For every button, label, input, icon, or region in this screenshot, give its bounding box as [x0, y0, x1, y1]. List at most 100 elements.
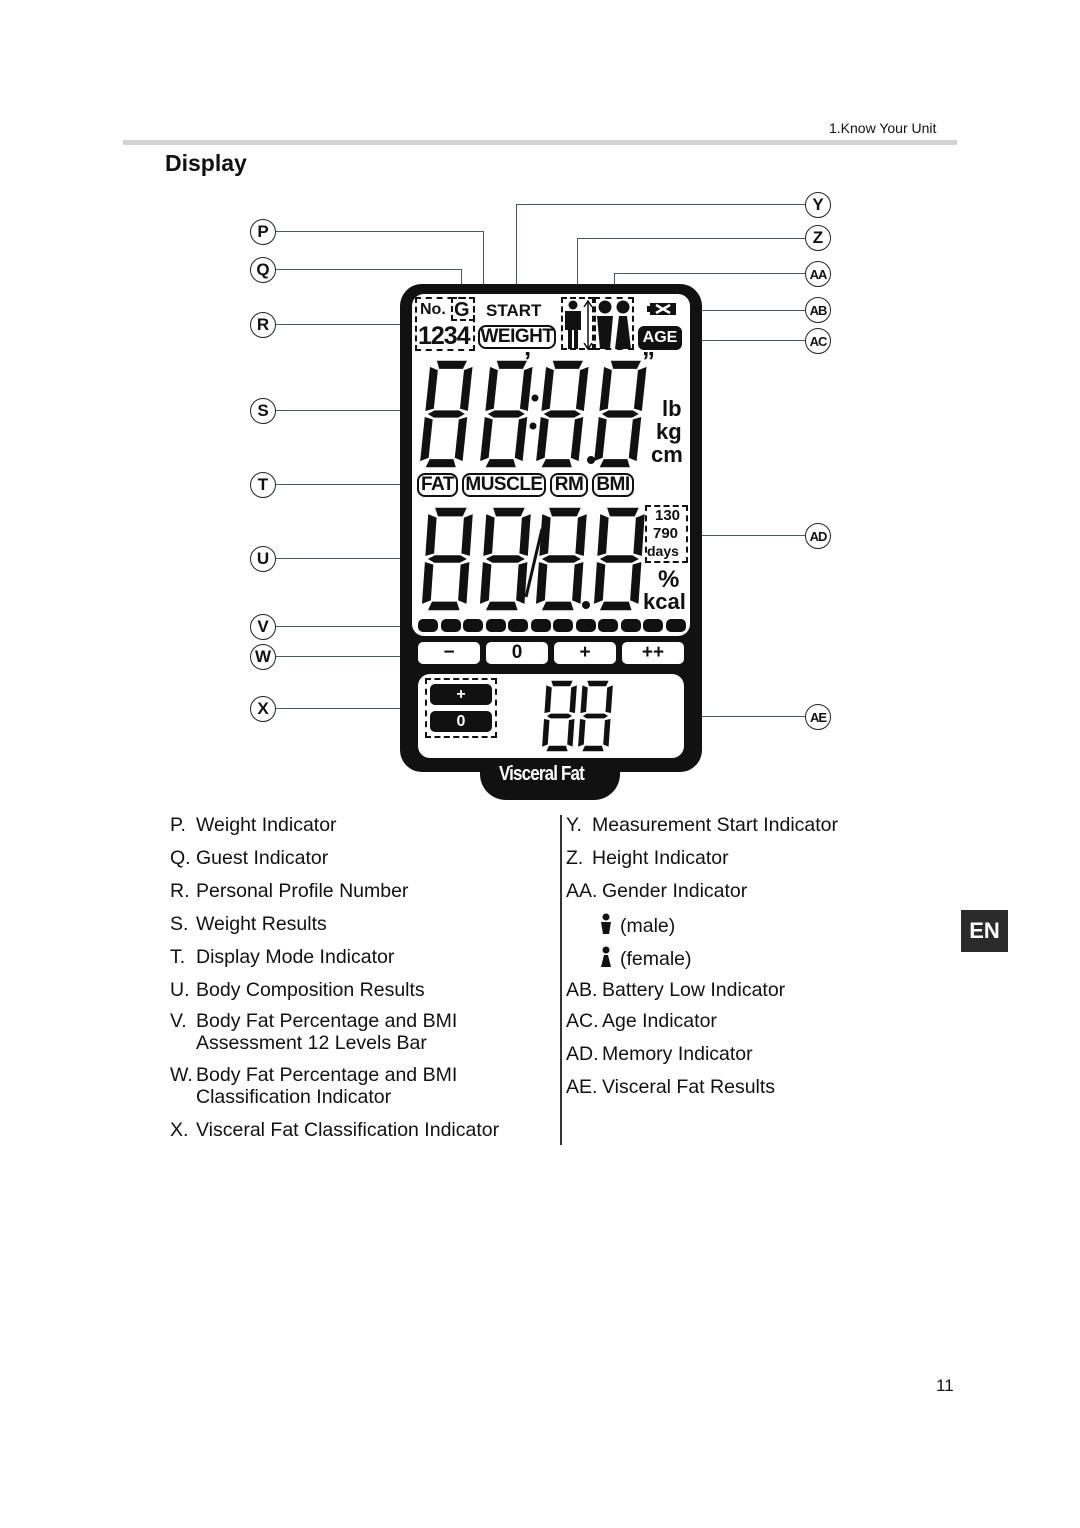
- legend-text: Visceral Fat Results: [602, 1076, 776, 1098]
- body-composition-digits-display: [420, 506, 647, 612]
- legend-text: Memory Indicator: [602, 1043, 753, 1065]
- seven-segment-digit: [592, 359, 649, 469]
- legend-key: P.: [170, 814, 186, 836]
- male-figure-icon: [565, 300, 581, 349]
- classification-minus: −: [418, 642, 480, 664]
- leader-p: [276, 231, 484, 232]
- visceral-plus: +: [430, 684, 492, 705]
- leader-v: [276, 626, 420, 627]
- legend-item: S. Weight Results: [170, 913, 327, 935]
- seven-segment-digit: [576, 679, 615, 753]
- no-label: No.: [420, 301, 446, 318]
- memory-value-790: 790: [653, 525, 679, 542]
- legend-item: W. Body Fat Percentage and BMI Classificat…: [170, 1064, 457, 1108]
- mode-bmi: BMI: [592, 473, 634, 497]
- legend-text-line2: Classification Indicator: [196, 1086, 392, 1108]
- legend-item: R. Personal Profile Number: [170, 880, 408, 902]
- legend-item: Y. Measurement Start Indicator: [566, 814, 838, 836]
- legend-text: Guest Indicator: [196, 847, 329, 869]
- weight-digits-display: [418, 359, 649, 469]
- callout-x: X: [250, 696, 276, 722]
- legend-item: Z. Height Indicator: [566, 847, 729, 869]
- leader-t: [276, 484, 418, 485]
- gender-male-icon: [597, 300, 613, 349]
- decimal-point: [582, 601, 590, 609]
- level-bar-segment: [418, 619, 438, 632]
- language-tab: EN: [961, 910, 1008, 952]
- legend-key: Z.: [566, 847, 584, 869]
- leader-ad: [688, 535, 805, 536]
- legend-key: X.: [170, 1119, 189, 1141]
- decimal-point: [587, 456, 595, 464]
- weight-indicator: WEIGHT: [478, 325, 556, 349]
- legend-text: Weight Results: [196, 913, 327, 935]
- female-figure-icon: [601, 946, 611, 967]
- legend-key: Q.: [170, 847, 191, 869]
- legend-item: AD. Memory Indicator: [566, 1043, 753, 1065]
- leader-z: [577, 238, 805, 239]
- legend-text: Gender Indicator: [602, 880, 748, 902]
- male-figure-icon: [601, 913, 611, 934]
- level-bar-segment: [553, 619, 573, 632]
- legend-item: (female): [600, 946, 692, 970]
- legend-key: AD.: [566, 1043, 599, 1065]
- leader-aa: [614, 273, 805, 274]
- mode-fat: FAT: [417, 473, 458, 497]
- legend-text: Age Indicator: [602, 1010, 717, 1032]
- height-arrow-icon: [583, 300, 593, 350]
- colon-dot: [531, 394, 539, 402]
- page-number: 11: [936, 1376, 954, 1395]
- leader-r: [276, 324, 416, 325]
- legend-key: S.: [170, 913, 189, 935]
- seven-segment-digit: [420, 506, 475, 612]
- seven-segment-digit: [534, 359, 591, 469]
- legend-text: (male): [620, 915, 676, 937]
- seven-segment-digit: [418, 359, 475, 469]
- legend-key: AC.: [566, 1010, 599, 1032]
- callout-ae: AE: [805, 704, 831, 730]
- mode-rm: RM: [550, 473, 588, 497]
- feet-mark: ’: [524, 346, 532, 376]
- callout-r: R: [250, 312, 276, 338]
- seven-segment-digit: [592, 506, 647, 612]
- legend-item: Q. Guest Indicator: [170, 847, 328, 869]
- mode-muscle: MUSCLE: [462, 473, 546, 497]
- level-bar-segment: [665, 619, 686, 632]
- legend-key: Y.: [566, 814, 582, 836]
- memory-value-130: 130: [655, 507, 681, 524]
- legend-item: T. Display Mode Indicator: [170, 946, 394, 968]
- legend-item: V. Body Fat Percentage and BMI Assessment …: [170, 1010, 457, 1054]
- legend-text: Body Fat Percentage and BMI: [196, 1010, 458, 1032]
- callout-y: Y: [805, 192, 831, 218]
- legend-item: U. Body Composition Results: [170, 979, 425, 1001]
- legend-key: R.: [170, 880, 190, 902]
- level-bar-segment: [485, 619, 506, 632]
- legend-item: AC. Age Indicator: [566, 1010, 717, 1032]
- legend-key: AA.: [566, 880, 598, 902]
- battery-low-icon: [647, 303, 676, 315]
- legend-item: (male): [600, 913, 675, 937]
- legend-text: (female): [620, 948, 692, 970]
- inch-mark: ”: [642, 346, 655, 376]
- callout-z: Z: [805, 225, 831, 251]
- section-title: Display: [165, 150, 247, 176]
- visceral-fat-label: Visceral Fat: [499, 763, 585, 785]
- level-bar-segment: [440, 619, 461, 632]
- seven-segment-digit: [540, 679, 579, 753]
- legend-item: AA. Gender Indicator: [566, 880, 747, 902]
- guest-indicator: G: [454, 299, 470, 321]
- legend-item: X. Visceral Fat Classification Indicator: [170, 1119, 499, 1141]
- visceral-fat-digits-display: [540, 679, 615, 753]
- start-indicator: START: [486, 301, 542, 320]
- callout-p: P: [250, 219, 276, 245]
- classification-plusplus: ++: [622, 642, 684, 664]
- legend-text: Display Mode Indicator: [196, 946, 395, 968]
- callout-t: T: [250, 472, 276, 498]
- legend-divider: [560, 815, 562, 1145]
- legend-key: T.: [170, 946, 186, 968]
- legend-key: V.: [170, 1010, 187, 1032]
- legend-key: U.: [170, 979, 190, 1001]
- colon-dot: [529, 422, 537, 430]
- level-bar-segment: [643, 619, 663, 632]
- legend-item: AB. Battery Low Indicator: [566, 979, 785, 1001]
